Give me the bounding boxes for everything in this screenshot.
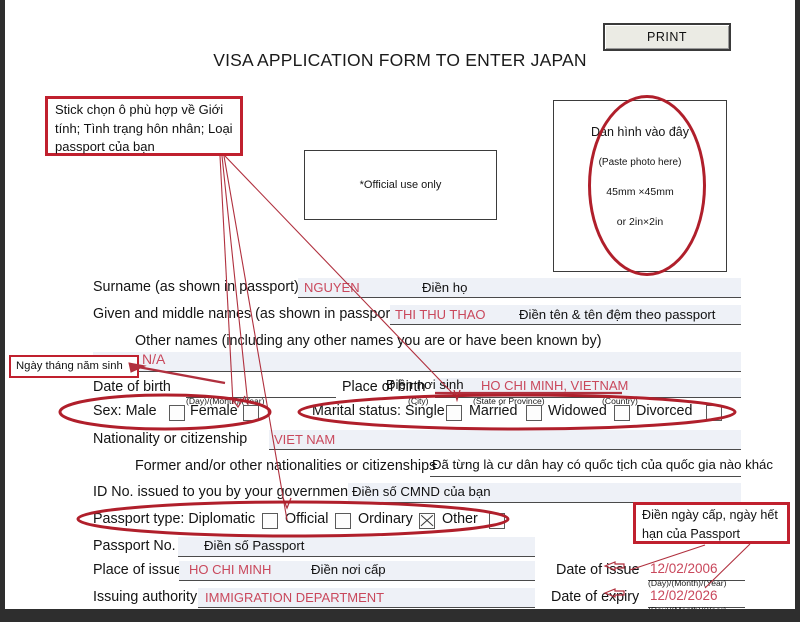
passport-no-value: Điền số Passport: [204, 538, 305, 553]
other-names-label: Other names (including any other names y…: [135, 333, 602, 349]
official-use-box: *Official use only: [304, 150, 497, 220]
surname-input[interactable]: [298, 278, 741, 298]
annotation-sex-marital-passport: Stick chọn ô phù hợp về Giới tính; Tình …: [45, 96, 243, 156]
id-number-value: Điền số CMND của bạn: [352, 484, 491, 499]
annotation-date-of-birth: Ngày tháng năm sinh: [9, 355, 139, 378]
place-of-birth-hint: Điền nơi sinh: [386, 377, 464, 392]
marital-widowed-label: Widowed: [548, 403, 607, 419]
sex-label: Sex: Male: [93, 403, 157, 419]
sex-female-label: Female: [190, 403, 238, 419]
marital-status-label: Marital status: Single: [312, 403, 445, 419]
nationality-label: Nationality or citizenship: [93, 431, 248, 447]
date-of-expiry-label: Date of expiry: [551, 589, 640, 605]
nationality-value: VIET NAM: [274, 432, 336, 447]
passport-type-ordinary-checkbox[interactable]: [419, 513, 435, 529]
id-number-label: ID No. issued to you by your government: [93, 484, 353, 500]
photo-box-size-mm: 45mm ×45mm: [606, 186, 674, 198]
marital-widowed-checkbox[interactable]: [614, 405, 630, 421]
passport-no-label: Passport No.: [93, 538, 176, 554]
date-of-expiry-format-hint: (Day)/(Month)/(Year): [648, 605, 726, 609]
issuing-authority-value: IMMIGRATION DEPARTMENT: [205, 590, 385, 605]
marital-divorced-label: Divorced: [636, 403, 693, 419]
sex-male-checkbox[interactable]: [169, 405, 185, 421]
place-of-issue-hint: Điền nơi cấp: [311, 562, 386, 577]
date-of-issue-label: Date of issue: [556, 562, 640, 578]
place-of-birth-value: HO CHI MINH, VIETNAM: [481, 378, 629, 393]
print-button[interactable]: PRINT: [603, 23, 731, 51]
screenshot-canvas: PRINT VISA APPLICATION FORM TO ENTER JAP…: [0, 0, 800, 622]
surname-value: NGUYEN: [304, 280, 360, 295]
marital-married-checkbox[interactable]: [526, 405, 542, 421]
given-names-value: THI THU THAO: [395, 307, 486, 322]
passport-type-official-label: Official: [285, 511, 329, 527]
marital-married-label: Married: [469, 403, 518, 419]
former-nationalities-label: Former and/or other nationalities or cit…: [135, 458, 437, 474]
visa-form-sheet: PRINT VISA APPLICATION FORM TO ENTER JAP…: [5, 0, 795, 609]
passport-type-official-checkbox[interactable]: [335, 513, 351, 529]
passport-type-label: Passport type: Diplomatic: [93, 511, 256, 527]
passport-type-other-label: Other: [442, 511, 478, 527]
date-of-birth-input[interactable]: [186, 378, 336, 398]
date-of-issue-value: 12/02/2006: [650, 561, 718, 576]
other-names-input[interactable]: [93, 352, 741, 372]
date-of-birth-label: Date of birth: [93, 379, 171, 395]
photo-box-line-vietnamese: Dán hình vào đây: [591, 125, 689, 139]
sex-female-checkbox[interactable]: [243, 405, 259, 421]
given-names-label: Given and middle names (as shown in pass…: [93, 306, 399, 322]
former-nationalities-value: Đã từng là cư dân hay có quốc tịch của q…: [432, 457, 773, 472]
surname-label: Surname (as shown in passport): [93, 279, 299, 295]
passport-type-ordinary-label: Ordinary: [358, 511, 413, 527]
marital-divorced-checkbox[interactable]: [706, 405, 722, 421]
annotation-passport-dates: Điền ngày cấp, ngày hết hạn của Passport: [633, 502, 790, 544]
official-use-label: *Official use only: [359, 179, 442, 191]
page-title: VISA APPLICATION FORM TO ENTER JAPAN: [213, 50, 587, 70]
passport-type-other-checkbox[interactable]: [489, 513, 505, 529]
date-of-expiry-value: 12/02/2026: [650, 588, 718, 603]
issuing-authority-label: Issuing authority: [93, 589, 198, 605]
given-names-hint: Điền tên & tên đệm theo passport: [519, 307, 716, 322]
place-of-issue-label: Place of issue: [93, 562, 183, 578]
place-of-issue-value: HO CHI MINH: [189, 562, 272, 577]
passport-type-diplomatic-checkbox[interactable]: [262, 513, 278, 529]
surname-hint: Điền họ: [422, 280, 468, 295]
photo-paste-box: Dán hình vào đây (Paste photo here) 45mm…: [553, 100, 727, 272]
other-names-value: N/A: [142, 351, 166, 367]
nationality-input[interactable]: [269, 430, 741, 450]
date-of-issue-format-hint: (Day)/(Month)/(Year): [648, 578, 727, 588]
photo-box-line-english: (Paste photo here): [598, 157, 682, 168]
photo-box-size-in: or 2in×2in: [616, 216, 664, 228]
marital-single-checkbox[interactable]: [446, 405, 462, 421]
